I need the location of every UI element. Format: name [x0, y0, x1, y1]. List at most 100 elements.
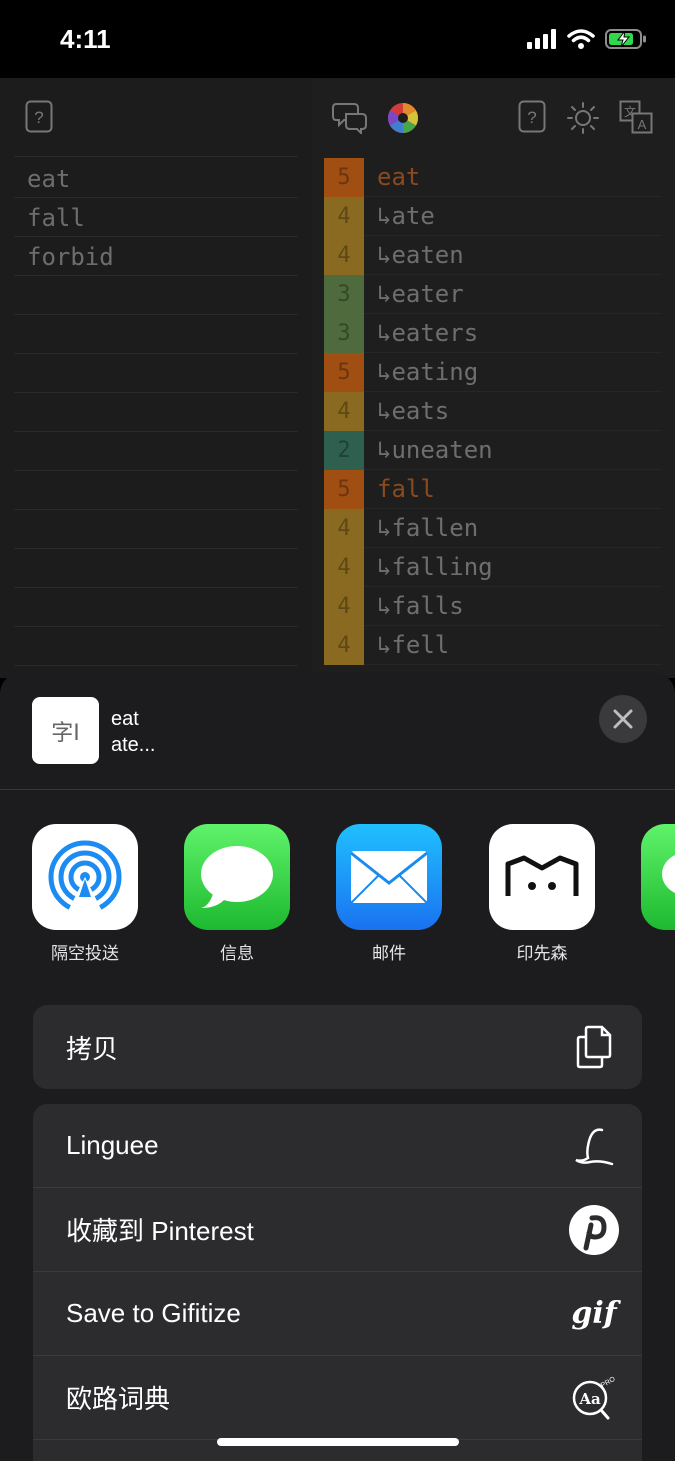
level-badge: 4	[324, 508, 364, 548]
share-sheet-header: 字I eat ate...	[0, 672, 675, 790]
linguee-icon	[568, 1120, 620, 1172]
app-label: 印先森	[516, 944, 568, 963]
level-badge: 4	[324, 235, 364, 275]
wifi-icon	[567, 29, 595, 49]
pinterest-action[interactable]: 收藏到 Pinterest	[33, 1188, 642, 1272]
word-text: ↳falls	[377, 592, 464, 620]
word-row[interactable]: 4 ↳falling	[324, 547, 662, 587]
status-icons	[527, 28, 647, 50]
level-badge: 4	[324, 625, 364, 665]
brightness-icon[interactable]	[566, 101, 600, 135]
home-indicator[interactable]	[217, 1438, 459, 1446]
translate-icon[interactable]: 文 A	[619, 100, 653, 134]
word-row[interactable]: 5 ↳eating	[324, 352, 662, 392]
share-app-mail[interactable]: 邮件	[329, 824, 449, 964]
left-word-row[interactable]: fall	[14, 198, 298, 237]
word-row[interactable]: 4 ↳falls	[324, 586, 662, 626]
word-row[interactable]: 3 ↳eaters	[324, 313, 662, 353]
word-text: ↳uneaten	[377, 436, 493, 464]
level-badge: 3	[324, 274, 364, 314]
level-badge: 4	[324, 547, 364, 587]
extension-actions-group: Linguee 收藏到 Pinterest Save to Gifitize g…	[33, 1104, 642, 1461]
close-button[interactable]	[599, 695, 647, 743]
word-row[interactable]: 2 ↳uneaten	[324, 430, 662, 470]
svg-text:Aa: Aa	[578, 1390, 601, 1408]
left-word-row[interactable]: forbid	[14, 237, 298, 276]
level-badge: 5	[324, 469, 364, 509]
help-book-icon[interactable]: ?	[518, 100, 546, 134]
close-icon	[613, 709, 633, 729]
word-text: ↳eaters	[377, 319, 479, 347]
word-text: ↳ate	[377, 202, 435, 230]
left-empty-row	[14, 432, 298, 471]
thumbnail-glyph: 字I	[51, 720, 80, 746]
share-sheet: 字I eat ate... 隔空投送 信息 邮件 印先森 拷贝 Linguee …	[0, 672, 675, 1461]
word-text: ↳eater	[377, 280, 464, 308]
left-empty-row	[14, 549, 298, 588]
eudic-icon: Aa PRO	[568, 1372, 620, 1424]
left-empty-row	[14, 276, 298, 315]
word-text: ↳eating	[377, 358, 479, 386]
eudic-action[interactable]: 欧路词典 Aa PRO	[33, 1356, 642, 1440]
chat-bubbles-icon[interactable]	[332, 100, 368, 134]
app-label: 信息	[220, 944, 254, 963]
level-badge: 3	[324, 313, 364, 353]
gifitize-icon: gif	[571, 1296, 617, 1331]
word-row[interactable]: 5 eat	[324, 157, 662, 197]
share-app-yinxiansen[interactable]: 印先森	[482, 824, 602, 964]
word-row[interactable]: 4 ↳eats	[324, 391, 662, 431]
mail-icon	[336, 824, 442, 930]
word-text: ↳falling	[377, 553, 493, 581]
word-text: eat	[377, 163, 421, 191]
left-word-row[interactable]: eat	[14, 159, 298, 198]
word-row[interactable]: 4 ↳eaten	[324, 235, 662, 275]
left-empty-row	[14, 627, 298, 666]
word-row[interactable]: 4 ↳fell	[324, 625, 662, 665]
word-row[interactable]: 3 ↳eater	[324, 274, 662, 314]
word-row[interactable]: 4 ↳fallen	[324, 508, 662, 548]
word-list-app: ? eat fall forbid ? 文 A 5 eat 4 ↳ate 4 ↳…	[0, 78, 675, 678]
word-text: ↳fell	[377, 631, 450, 659]
share-title-line2: ate...	[111, 734, 156, 756]
status-time: 4:11	[60, 24, 111, 54]
messages-icon	[184, 824, 290, 930]
wechat-icon	[641, 824, 675, 930]
word-row[interactable]: 5 fall	[324, 469, 662, 509]
share-title-line1: eat	[111, 708, 139, 730]
share-app-partial[interactable]	[634, 824, 675, 930]
left-empty-row	[14, 471, 298, 510]
color-wheel-icon[interactable]	[386, 101, 420, 135]
gifitize-action[interactable]: Save to Gifitize gif	[33, 1272, 642, 1356]
level-badge: 5	[324, 157, 364, 197]
airdrop-icon	[32, 824, 138, 930]
action-label: 欧路词典	[66, 1384, 171, 1414]
pinterest-icon	[568, 1204, 620, 1256]
word-text: fall	[377, 475, 435, 503]
svg-text:?: ?	[527, 108, 536, 127]
left-empty-row	[14, 510, 298, 549]
svg-text:?: ?	[34, 108, 43, 127]
level-badge: 2	[324, 430, 364, 470]
word-text: ↳fallen	[377, 514, 479, 542]
linguee-action[interactable]: Linguee	[33, 1104, 642, 1188]
copy-action[interactable]: 拷贝	[33, 1005, 642, 1089]
action-label: 收藏到 Pinterest	[66, 1216, 254, 1246]
svg-text:A: A	[638, 117, 647, 132]
left-empty-row	[14, 393, 298, 432]
share-app-airdrop[interactable]: 隔空投送	[25, 824, 145, 964]
svg-text:PRO: PRO	[600, 1375, 617, 1389]
left-empty-row	[14, 315, 298, 354]
help-book-icon[interactable]: ?	[25, 100, 53, 134]
app-label: 隔空投送	[51, 944, 119, 963]
copy-label: 拷贝	[66, 1033, 119, 1064]
app-label: 邮件	[372, 944, 406, 963]
share-apps-row: 隔空投送 信息 邮件 印先森	[0, 824, 675, 974]
divider-line	[14, 156, 298, 157]
left-empty-row	[14, 354, 298, 393]
action-label: Save to Gifitize	[66, 1298, 241, 1328]
share-thumbnail: 字I	[32, 697, 99, 764]
level-badge: 4	[324, 391, 364, 431]
word-row[interactable]: 4 ↳ate	[324, 196, 662, 236]
share-app-messages[interactable]: 信息	[177, 824, 297, 964]
level-badge: 4	[324, 586, 364, 626]
